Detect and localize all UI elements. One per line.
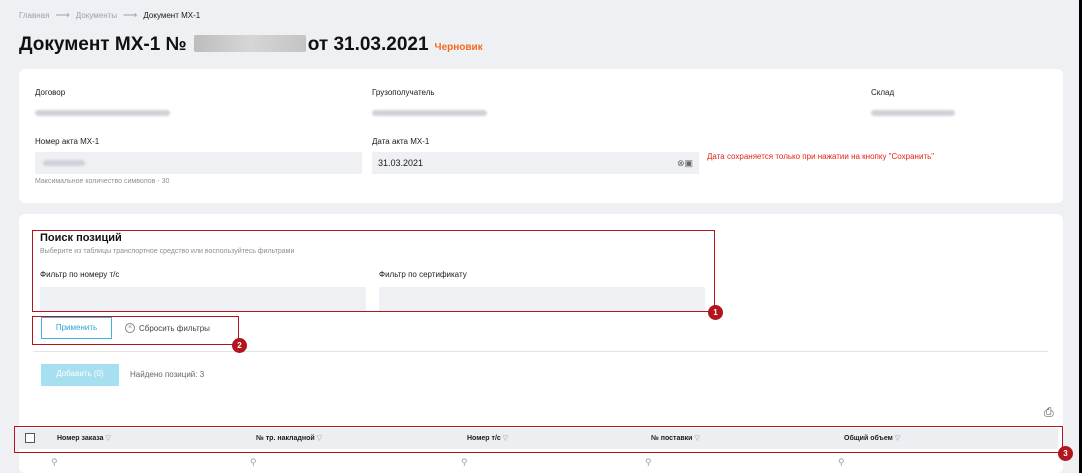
act-date-label: Дата акта МХ-1 xyxy=(372,137,430,146)
breadcrumb-documents[interactable]: Документы xyxy=(76,11,117,20)
annotation-marker: 1 xyxy=(708,305,723,320)
consignee-value-redacted xyxy=(372,110,487,116)
contract-value-redacted xyxy=(35,110,170,116)
search-icon[interactable]: ⚲ xyxy=(645,457,652,468)
annotation-box-table-header xyxy=(14,426,1063,453)
breadcrumb-home[interactable]: Главная xyxy=(19,11,49,20)
add-button[interactable]: Добавить (0) xyxy=(41,364,119,386)
act-number-field[interactable] xyxy=(35,152,362,174)
export-icon[interactable]: ⎙ xyxy=(1044,405,1054,420)
search-icon[interactable]: ⚲ xyxy=(461,457,468,468)
act-date-field[interactable]: 31.03.2021 ⊗▣ xyxy=(372,152,699,174)
page-title-prefix: Документ МХ-1 № xyxy=(19,34,187,55)
annotation-marker: 2 xyxy=(232,338,247,353)
breadcrumb-arrow-icon: ⟶ xyxy=(123,10,138,21)
search-icon[interactable]: ⚲ xyxy=(51,457,58,468)
breadcrumb-arrow-icon: ⟶ xyxy=(55,10,70,21)
consignee-label: Грузополучатель xyxy=(372,88,435,97)
section-divider xyxy=(33,351,1048,352)
warehouse-label: Склад xyxy=(871,88,895,97)
act-number-label: Номер акта МХ-1 xyxy=(35,137,100,146)
act-number-value-redacted xyxy=(43,160,85,166)
annotation-marker: 3 xyxy=(1058,446,1073,461)
date-warning: Дата сохраняется только при нажатии на к… xyxy=(707,152,935,161)
page-title: Документ МХ-1 № от 31.03.2021 Черновик xyxy=(19,33,483,56)
status-badge: Черновик xyxy=(434,42,483,53)
contract-label: Договор xyxy=(35,88,66,97)
act-number-hint: Максимальное количество символов - 30 xyxy=(35,178,170,185)
annotation-box-filters xyxy=(32,230,715,312)
warehouse-value-redacted xyxy=(871,110,955,116)
breadcrumb: Главная ⟶ Документы ⟶ Документ МХ-1 xyxy=(19,10,200,21)
found-count: Найдено позиций: 3 xyxy=(130,370,205,379)
search-icon[interactable]: ⚲ xyxy=(250,457,257,468)
annotation-box-buttons xyxy=(32,316,239,345)
redacted-document-number xyxy=(193,35,306,52)
calendar-icon[interactable]: ▣ xyxy=(684,158,693,168)
page-title-date: от 31.03.2021 xyxy=(307,34,429,55)
act-date-value: 31.03.2021 xyxy=(378,158,424,168)
breadcrumb-current: Документ МХ-1 xyxy=(143,11,201,20)
search-icon[interactable]: ⚲ xyxy=(838,457,845,468)
document-info-card: Договор Грузополучатель Склад Номер акта… xyxy=(19,69,1063,203)
